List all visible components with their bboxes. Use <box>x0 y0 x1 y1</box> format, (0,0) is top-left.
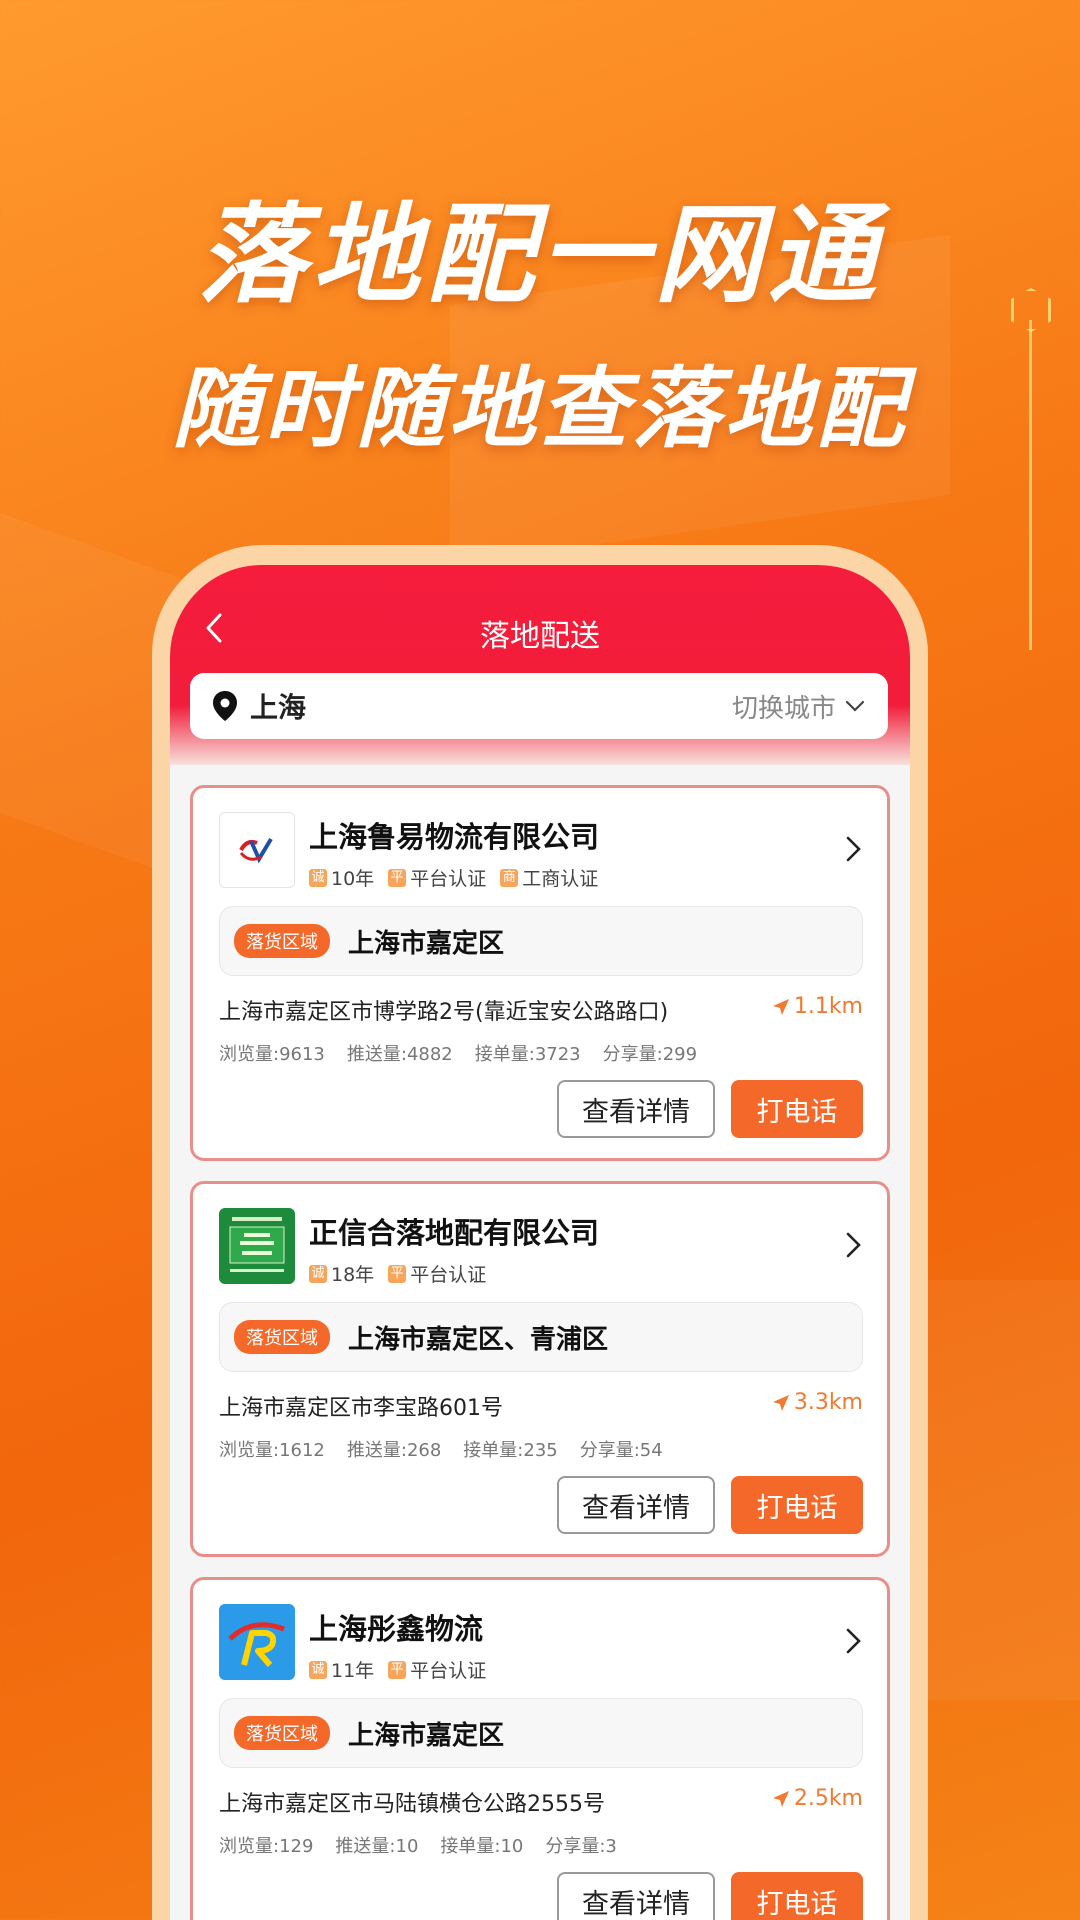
tag-platform: 平平台认证 <box>388 1260 486 1287</box>
distance: 1.1km <box>772 994 863 1019</box>
tag-platform: 平平台认证 <box>388 864 486 891</box>
delivery-area: 落货区域 上海市嘉定区、青浦区 <box>219 1302 863 1372</box>
tag-platform: 平平台认证 <box>388 1656 486 1683</box>
location-pin-icon <box>213 691 237 721</box>
call-button[interactable]: 打电话 <box>731 1872 863 1920</box>
company-name[interactable]: 上海彤鑫物流 <box>309 1606 483 1648</box>
integrity-icon: 诚 <box>309 1660 327 1679</box>
stat-pushes: 推送量:10 <box>335 1836 419 1857</box>
company-card[interactable]: 上海鲁易物流有限公司 诚 10年 平平台认证 商工商认证 落货区域 上海市嘉定区 … <box>190 785 890 1161</box>
company-logo <box>219 812 295 888</box>
area-text: 上海市嘉定区 <box>348 928 505 959</box>
stats: 浏览量:9613 推送量:4882 接单量:3723 分享量:299 <box>219 1040 697 1066</box>
platform-icon: 平 <box>388 1264 407 1283</box>
address: 上海市嘉定区市李宝路601号 <box>219 1396 503 1421</box>
view-detail-button[interactable]: 查看详情 <box>557 1872 715 1920</box>
call-button[interactable]: 打电话 <box>731 1476 863 1534</box>
company-logo <box>219 1208 295 1284</box>
view-detail-button[interactable]: 查看详情 <box>557 1476 715 1534</box>
delivery-area: 落货区域 上海市嘉定区 <box>219 1698 863 1768</box>
stat-pushes: 推送量:4882 <box>346 1044 453 1065</box>
tag-list: 诚 10年 平平台认证 商工商认证 <box>309 864 598 891</box>
navigation-arrow-icon <box>772 1394 789 1411</box>
tag-years: 诚 10年 <box>309 864 374 891</box>
chevron-right-icon[interactable] <box>843 1230 865 1260</box>
stat-views: 浏览量:9613 <box>219 1044 325 1065</box>
company-card[interactable]: 上海彤鑫物流 诚 11年 平平台认证 落货区域 上海市嘉定区 上海市嘉定区市马陆镇… <box>190 1577 890 1920</box>
stats: 浏览量:1612 推送量:268 接单量:235 分享量:54 <box>219 1436 663 1462</box>
business-icon: 商 <box>500 868 519 887</box>
city-selector[interactable]: 上海 切换城市 <box>190 673 888 739</box>
stat-shares: 分享量:299 <box>602 1044 698 1065</box>
area-badge: 落货区域 <box>234 1320 330 1354</box>
area-text: 上海市嘉定区、青浦区 <box>348 1324 609 1355</box>
stat-orders: 接单量:3723 <box>474 1044 581 1065</box>
stat-shares: 分享量:3 <box>545 1836 617 1857</box>
stat-views: 浏览量:129 <box>219 1836 314 1857</box>
area-badge: 落货区域 <box>234 924 330 958</box>
navigation-arrow-icon <box>772 998 789 1015</box>
company-list: 上海鲁易物流有限公司 诚 10年 平平台认证 商工商认证 落货区域 上海市嘉定区 … <box>170 785 910 1920</box>
view-detail-button[interactable]: 查看详情 <box>557 1080 715 1138</box>
stat-orders: 接单量:10 <box>440 1836 524 1857</box>
company-logo <box>219 1604 295 1680</box>
tag-business: 商工商认证 <box>500 864 598 891</box>
chevron-down-icon <box>845 700 865 712</box>
switch-city-label: 切换城市 <box>731 693 836 724</box>
headline-title: 落地配一网通 <box>197 193 882 318</box>
stat-orders: 接单量:235 <box>463 1440 558 1461</box>
phone-screen: 落地配送 上海 切换城市 上海鲁易物流有限公司 诚 10年 平 平台认证 商 工… <box>170 565 910 1920</box>
switch-city-button[interactable]: 切换城市 <box>732 688 866 725</box>
call-button[interactable]: 打电话 <box>731 1080 863 1138</box>
stat-shares: 分享量:54 <box>579 1440 663 1461</box>
area-text: 上海市嘉定区 <box>348 1720 505 1751</box>
header: 落地配送 上海 切换城市 <box>170 565 910 765</box>
page-title: 落地配送 <box>480 619 600 654</box>
stats: 浏览量:129 推送量:10 接单量:10 分享量:3 <box>219 1832 617 1858</box>
tag-years: 诚 11年 <box>309 1656 374 1683</box>
address: 上海市嘉定区市马陆镇横仓公路2555号 <box>219 1792 605 1817</box>
delivery-area: 落货区域 上海市嘉定区 <box>219 906 863 976</box>
integrity-icon: 诚 <box>309 868 327 887</box>
company-name[interactable]: 上海鲁易物流有限公司 <box>309 814 599 856</box>
area-badge: 落货区域 <box>234 1716 330 1750</box>
tag-list: 诚 11年 平平台认证 <box>309 1656 486 1683</box>
company-name[interactable]: 正信合落地配有限公司 <box>309 1210 599 1252</box>
platform-icon: 平 <box>388 1660 407 1679</box>
distance: 2.5km <box>772 1786 863 1811</box>
integrity-icon: 诚 <box>309 1264 327 1283</box>
stat-views: 浏览量:1612 <box>219 1440 325 1461</box>
tag-list: 诚 18年 平平台认证 <box>309 1260 486 1287</box>
tag-years: 诚 18年 <box>309 1260 374 1287</box>
platform-icon: 平 <box>388 868 407 887</box>
current-city: 上海 <box>250 691 307 724</box>
chevron-right-icon[interactable] <box>843 1626 865 1656</box>
chevron-right-icon[interactable] <box>843 834 865 864</box>
stat-pushes: 推送量:268 <box>346 1440 442 1461</box>
address: 上海市嘉定区市博学路2号(靠近宝安公路路口) <box>219 1000 669 1025</box>
company-card[interactable]: 正信合落地配有限公司 诚 18年 平平台认证 落货区域 上海市嘉定区、青浦区 上海… <box>190 1181 890 1557</box>
headline-subtitle: 随时随地查落地配 <box>171 357 908 460</box>
navigation-arrow-icon <box>772 1790 789 1807</box>
distance: 3.3km <box>772 1390 863 1415</box>
phone-frame: 落地配送 上海 切换城市 上海鲁易物流有限公司 诚 10年 平 平台认证 商 工… <box>152 545 928 1920</box>
